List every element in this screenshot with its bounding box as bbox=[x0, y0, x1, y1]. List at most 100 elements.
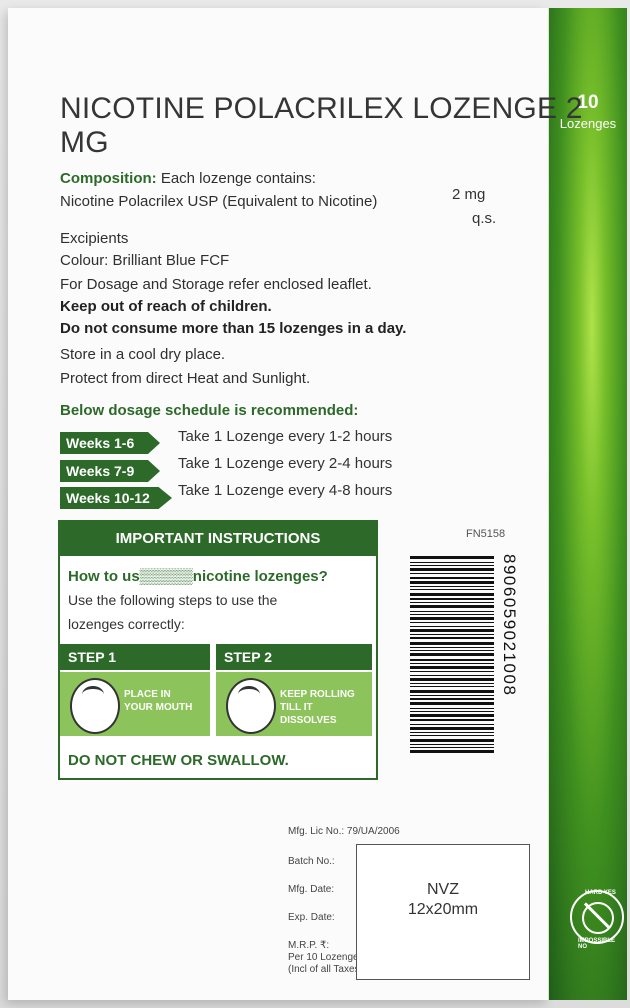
mfg-lic: Mfg. Lic No.: 79/UA/2006 bbox=[288, 826, 400, 837]
barcode-bar bbox=[410, 581, 494, 584]
no-chew-warning: DO NOT CHEW OR SWALLOW. bbox=[68, 752, 289, 769]
barcode-bar bbox=[410, 562, 494, 563]
schedule-text: Take 1 Lozenge every 2-4 hours bbox=[178, 455, 393, 472]
instructions-heading: IMPORTANT INSTRUCTIONS bbox=[60, 522, 376, 556]
barcode-bar bbox=[410, 714, 494, 717]
barcode-bar bbox=[410, 732, 494, 733]
excipients-value: q.s. bbox=[472, 210, 497, 227]
barcode-bar bbox=[410, 617, 494, 620]
product-code: FN5158 bbox=[466, 528, 506, 540]
barcode-bar bbox=[410, 626, 494, 627]
barcode-bar bbox=[410, 711, 494, 712]
barcode-bar bbox=[410, 637, 494, 639]
protect-note: Protect from direct Heat and Sunlight. bbox=[60, 370, 311, 387]
no-smoking-seal-icon: HARD YES IMPOSSIBLE NO bbox=[570, 890, 624, 950]
batch-no-label: Batch No.: bbox=[288, 856, 335, 867]
step1-box: PLACE IN YOUR MOUTH bbox=[60, 672, 210, 736]
instructions-text-2: lozenges correctly: bbox=[68, 616, 185, 632]
barcode-bar bbox=[410, 735, 494, 736]
product-title: NICOTINE POLACRILEX LOZENGE 2 MG bbox=[60, 92, 583, 159]
barcode-bar bbox=[410, 671, 494, 672]
seal-bottom-text: IMPOSSIBLE NO bbox=[578, 938, 616, 950]
mrp-per-label: Per 10 Lozenges bbox=[288, 952, 364, 963]
barcode-bar bbox=[410, 605, 494, 608]
schedule-text: Take 1 Lozenge every 1-2 hours bbox=[178, 428, 393, 445]
face-icon bbox=[70, 678, 120, 734]
schedule-weeks-label: Weeks 10-12 bbox=[60, 487, 172, 509]
nicotine-line: Nicotine Polacrilex USP (Equivalent to N… bbox=[60, 193, 378, 210]
barcode-bar bbox=[410, 577, 494, 579]
schedule-weeks-label: Weeks 1-6 bbox=[60, 432, 160, 454]
important-instructions-panel: IMPORTANT INSTRUCTIONS How to us▒▒▒▒▒nic… bbox=[58, 520, 378, 780]
schedule-heading: Below dosage schedule is recommended: bbox=[60, 402, 359, 419]
batch-stamp-box: NVZ 12x20mm bbox=[356, 844, 530, 980]
barcode-bar bbox=[410, 724, 494, 725]
barcode-bar bbox=[410, 666, 494, 669]
barcode-bar bbox=[410, 568, 494, 571]
barcode-bar bbox=[410, 744, 494, 745]
barcode-bar bbox=[410, 702, 494, 705]
step2-text-line: KEEP ROLLING bbox=[280, 689, 355, 700]
barcode-bar bbox=[410, 586, 494, 587]
barcode-bar bbox=[410, 708, 494, 709]
barcode: 8906059021008 bbox=[410, 554, 516, 753]
barcode-bar bbox=[410, 634, 494, 635]
step2-text: KEEP ROLLING TILL IT DISSOLVES bbox=[280, 688, 355, 727]
barcode-bar bbox=[410, 663, 494, 664]
warning-children: Keep out of reach of children. bbox=[60, 298, 272, 315]
barcode-bar bbox=[410, 593, 494, 596]
face-icon bbox=[226, 678, 276, 734]
schedule-weeks-label: Weeks 7-9 bbox=[60, 460, 160, 482]
stamp-text-1: NVZ bbox=[427, 881, 459, 898]
store-note: Store in a cool dry place. bbox=[60, 346, 226, 363]
barcode-bar bbox=[410, 622, 494, 623]
step1-text: PLACE IN YOUR MOUTH bbox=[124, 688, 192, 714]
exp-date-label: Exp. Date: bbox=[288, 912, 335, 923]
mrp-taxes-label: (Incl of all Taxes) bbox=[288, 964, 363, 975]
mrp-label: M.R.P. ₹: bbox=[288, 940, 330, 951]
barcode-bar bbox=[410, 719, 494, 721]
instructions-text-1: Use the following steps to use the bbox=[68, 592, 278, 608]
barcode-bar bbox=[410, 695, 494, 696]
barcode-bar bbox=[410, 642, 494, 645]
barcode-bar bbox=[410, 614, 494, 615]
barcode-bar bbox=[410, 690, 494, 693]
barcode-bar bbox=[410, 739, 494, 742]
barcode-bar bbox=[410, 678, 494, 681]
composition-intro: Each lozenge contains: bbox=[160, 170, 316, 187]
schedule-text: Take 1 Lozenge every 4-8 hours bbox=[178, 482, 393, 499]
step2-text-line: DISSOLVES bbox=[280, 715, 337, 726]
step1-label: STEP 1 bbox=[60, 644, 210, 670]
barcode-bar bbox=[410, 675, 494, 676]
barcode-bar bbox=[410, 659, 494, 661]
barcode-bar bbox=[410, 650, 494, 651]
step1-text-line: PLACE IN bbox=[124, 689, 171, 700]
barcode-bar bbox=[410, 598, 494, 600]
excipients-line: Excipients bbox=[60, 230, 129, 247]
barcode-bar bbox=[410, 602, 494, 603]
step2-box: KEEP ROLLING TILL IT DISSOLVES bbox=[216, 672, 372, 736]
nicotine-value: 2 mg bbox=[452, 186, 486, 203]
seal-top-text: HARD YES bbox=[585, 890, 616, 896]
barcode-bar bbox=[410, 653, 494, 656]
barcode-bar bbox=[410, 747, 494, 748]
barcode-number: 8906059021008 bbox=[500, 554, 516, 696]
stamp-text-2: 12x20mm bbox=[407, 901, 479, 918]
barcode-bar bbox=[410, 629, 494, 632]
barcode-bar bbox=[410, 750, 494, 753]
barcode-bar bbox=[410, 565, 494, 566]
step1-text-line: YOUR MOUTH bbox=[124, 702, 193, 713]
warning-max-dose: Do not consume more than 15 lozenges in … bbox=[60, 320, 407, 337]
barcode-bar bbox=[410, 698, 494, 700]
step2-label: STEP 2 bbox=[216, 644, 372, 670]
barcode-bar bbox=[410, 589, 494, 590]
composition-line: Composition: Each lozenge contains: bbox=[60, 170, 316, 187]
storage-note: For Dosage and Storage refer enclosed le… bbox=[60, 276, 372, 293]
instructions-question: How to us▒▒▒▒▒nicotine lozenges? bbox=[68, 568, 328, 585]
barcode-bar bbox=[410, 611, 494, 612]
barcode-bar bbox=[410, 647, 494, 648]
barcode-bar bbox=[410, 683, 494, 684]
composition-heading: Composition: bbox=[60, 170, 157, 187]
barcode-bar bbox=[410, 573, 494, 574]
mfg-date-label: Mfg. Date: bbox=[288, 884, 335, 895]
